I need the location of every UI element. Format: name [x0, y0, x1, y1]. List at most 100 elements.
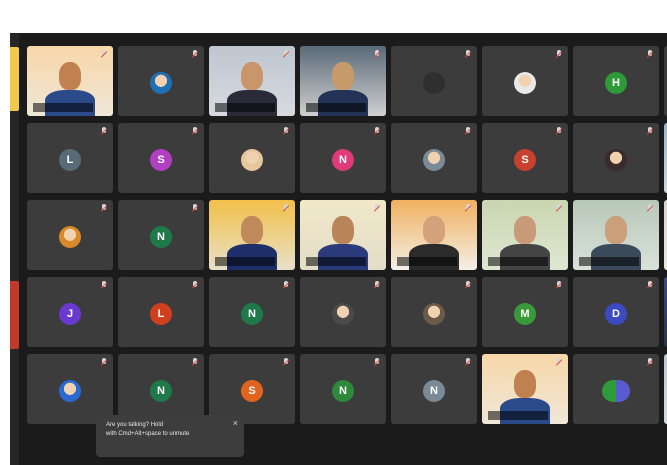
participant-name [486, 334, 564, 343]
participant-name [577, 103, 655, 112]
participant-name [395, 334, 473, 343]
mic-muted-icon [192, 281, 198, 289]
participant-tile[interactable] [573, 200, 659, 270]
mic-muted-icon [283, 50, 289, 58]
participant-tile[interactable] [482, 46, 568, 116]
participant-name [579, 257, 639, 266]
mic-muted-icon [465, 127, 471, 135]
participant-tile[interactable]: L [118, 277, 204, 347]
mic-muted-icon [374, 358, 380, 366]
participant-tile[interactable]: D [573, 277, 659, 347]
mic-muted-icon [556, 281, 562, 289]
participant-name [215, 257, 275, 266]
participant-tile[interactable]: H [573, 46, 659, 116]
participant-name [33, 103, 93, 112]
participant-tile[interactable] [27, 200, 113, 270]
mic-muted-icon [283, 204, 289, 212]
mic-muted-icon [556, 358, 562, 366]
participant-avatar: N [423, 380, 445, 402]
mic-muted-icon [192, 358, 198, 366]
participant-avatar [423, 72, 445, 94]
participant-tile[interactable]: S [118, 123, 204, 193]
mic-muted-icon [374, 281, 380, 289]
participant-tile[interactable]: N [391, 354, 477, 424]
participant-tile[interactable] [391, 46, 477, 116]
mic-muted-icon [647, 281, 653, 289]
participant-avatar [150, 72, 172, 94]
participant-avatar: L [59, 149, 81, 171]
participant-name [304, 180, 382, 189]
participant-tile[interactable] [573, 123, 659, 193]
participant-tile[interactable] [482, 200, 568, 270]
participant-tile[interactable] [391, 200, 477, 270]
mic-muted-icon [374, 50, 380, 58]
participant-tile[interactable] [27, 354, 113, 424]
participant-tile[interactable] [27, 46, 113, 116]
participant-tile[interactable] [118, 46, 204, 116]
participant-tile[interactable]: N [209, 277, 295, 347]
participant-tile[interactable] [209, 123, 295, 193]
participant-avatar: J [59, 303, 81, 325]
participant-name [31, 257, 109, 266]
participant-tile[interactable] [300, 46, 386, 116]
participant-tile[interactable]: N [300, 123, 386, 193]
participant-name [488, 411, 548, 420]
mic-muted-icon [374, 127, 380, 135]
participant-tile[interactable] [209, 46, 295, 116]
mic-muted-icon [101, 281, 107, 289]
mic-muted-icon [101, 204, 107, 212]
participant-name [306, 103, 366, 112]
participant-name [577, 334, 655, 343]
participant-avatar [332, 303, 354, 325]
participant-name [213, 180, 291, 189]
participant-avatar: H [605, 72, 627, 94]
gallery-view: H L S N S N J L N M D N S N N × Are you talking? Hold … [10, 33, 667, 465]
mic-muted-icon [465, 358, 471, 366]
participant-tile[interactable] [391, 123, 477, 193]
participant-avatar [605, 149, 627, 171]
participant-avatar: N [332, 149, 354, 171]
participant-avatar [423, 149, 445, 171]
participant-tile[interactable] [300, 200, 386, 270]
close-icon[interactable]: × [233, 419, 238, 428]
mic-muted-icon [647, 50, 653, 58]
participant-name [304, 411, 382, 420]
mic-muted-icon [465, 281, 471, 289]
participant-avatar: N [150, 226, 172, 248]
participant-tile[interactable]: N [300, 354, 386, 424]
mic-muted-icon [283, 281, 289, 289]
participant-tile[interactable] [573, 354, 659, 424]
participant-tile[interactable]: N [118, 200, 204, 270]
participant-name [395, 180, 473, 189]
mic-muted-icon [556, 50, 562, 58]
tooltip-line-2: with Cmd+Alt+space to unmute [106, 431, 190, 437]
participant-name [486, 180, 564, 189]
participant-avatar [602, 380, 630, 402]
participant-name [213, 334, 291, 343]
participant-tile[interactable]: J [27, 277, 113, 347]
mic-muted-icon [647, 127, 653, 135]
mic-muted-icon [465, 204, 471, 212]
participant-tile[interactable]: N [118, 354, 204, 424]
participant-tile[interactable]: M [482, 277, 568, 347]
participant-tile[interactable] [482, 354, 568, 424]
participant-name [397, 257, 457, 266]
mic-muted-icon [192, 204, 198, 212]
participant-tile[interactable] [209, 200, 295, 270]
participant-tile[interactable]: L [27, 123, 113, 193]
talking-reminder-tooltip: × Are you talking? Hold with Cmd+Alt+spa… [96, 415, 244, 457]
participant-name [395, 103, 473, 112]
participant-name [122, 103, 200, 112]
participant-name [122, 257, 200, 266]
partial-tile-strip [10, 281, 19, 349]
participant-tile[interactable]: S [482, 123, 568, 193]
participant-tile[interactable] [391, 277, 477, 347]
participant-avatar [59, 226, 81, 248]
participant-name [488, 257, 548, 266]
participant-tile[interactable]: S [209, 354, 295, 424]
participant-grid: H L S N S N J L N M D N S N N [27, 46, 667, 424]
participant-tile[interactable] [300, 277, 386, 347]
participant-name [486, 103, 564, 112]
participant-name [122, 180, 200, 189]
mic-muted-icon [192, 127, 198, 135]
